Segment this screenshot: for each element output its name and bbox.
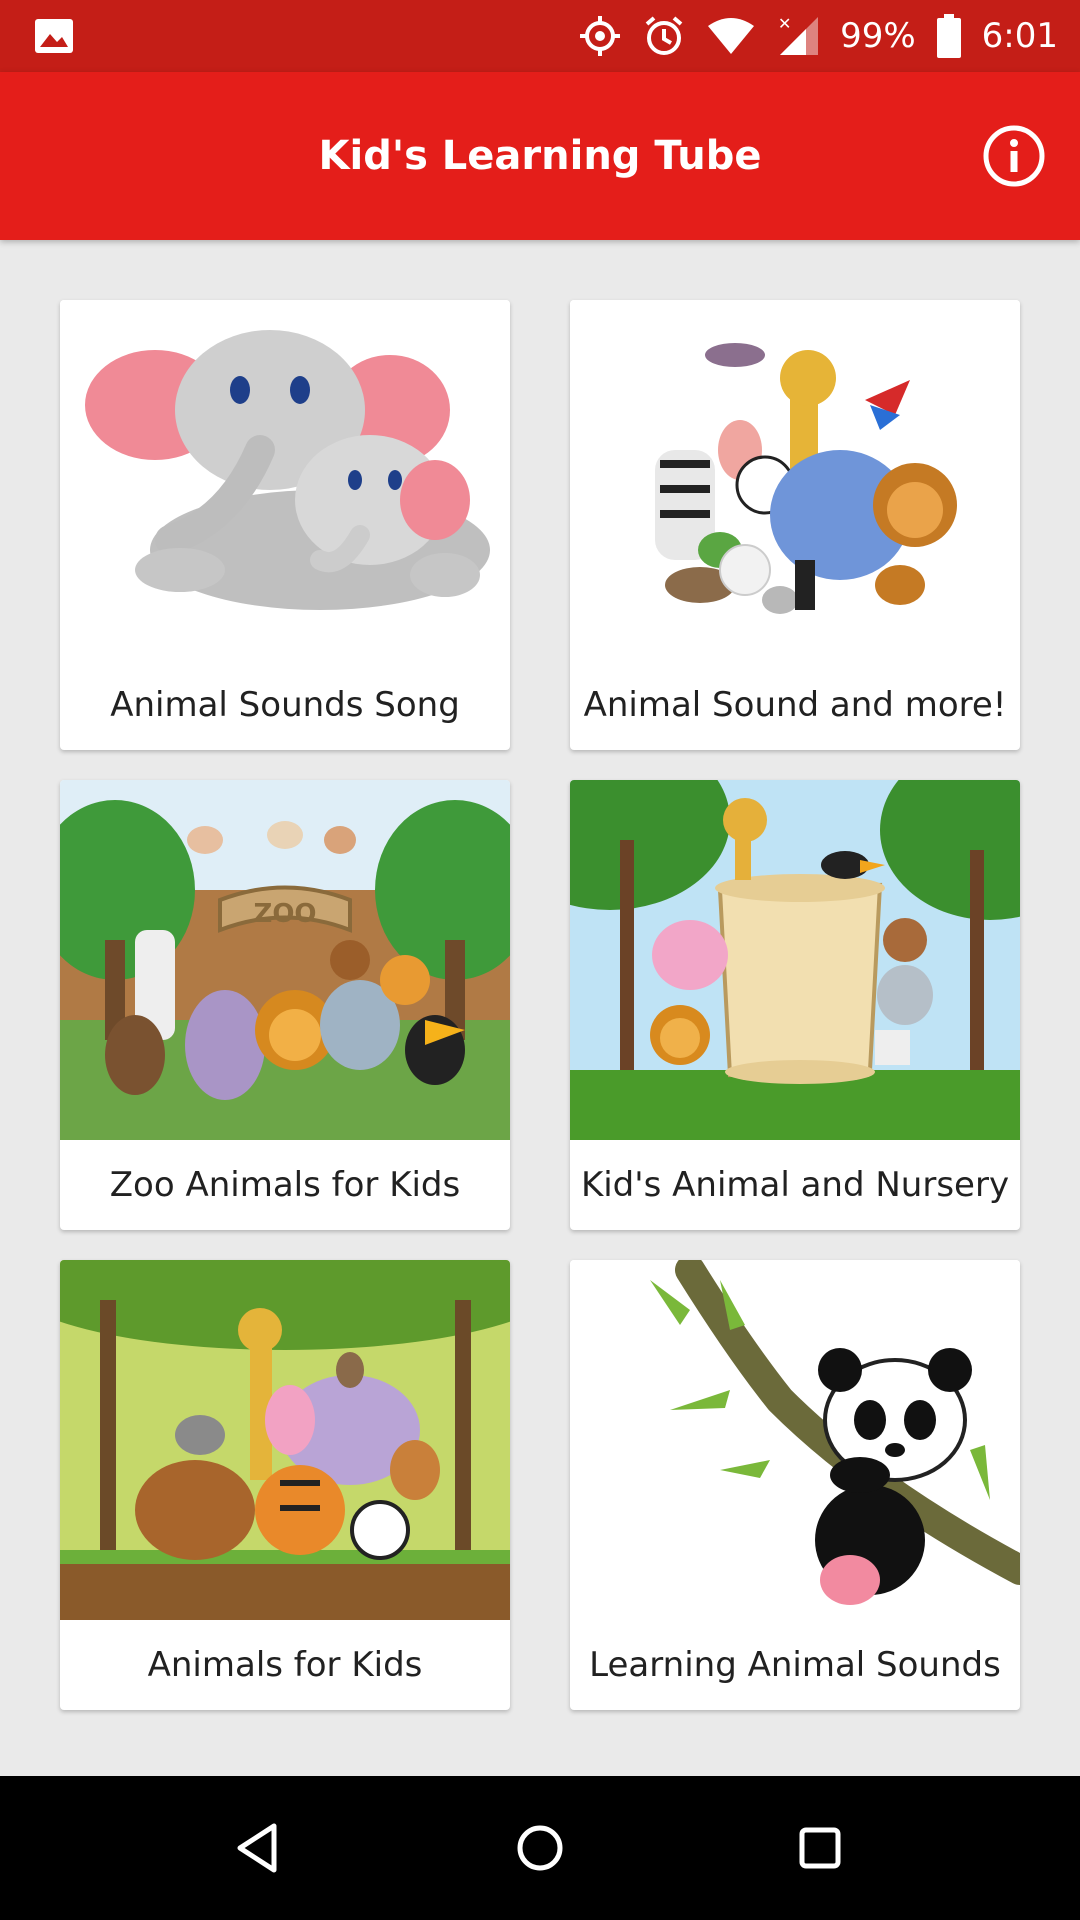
- card-label: Animals for Kids: [147, 1645, 423, 1685]
- jungle-scroll-illustration: [570, 780, 1020, 1140]
- svg-text:✕: ✕: [778, 15, 791, 33]
- status-bar: ✕ 99% 6:01: [0, 0, 1080, 72]
- battery-icon: [936, 14, 961, 58]
- alarm-icon: [645, 16, 683, 55]
- panda-branch-illustration: [570, 1260, 1020, 1620]
- card-zoo-animals-for-kids[interactable]: ZOO Zoo Animals for Kids: [60, 780, 510, 1230]
- app-title: Kid's Learning Tube: [318, 133, 762, 179]
- app-bar: Kid's Learning Tube: [0, 72, 1080, 240]
- recents-icon[interactable]: [788, 1816, 852, 1880]
- location-icon: [580, 16, 621, 56]
- card-label: Kid's Animal and Nursery: [580, 1165, 1010, 1205]
- signal-icon: ✕: [778, 15, 819, 55]
- elephants-illustration: [60, 300, 510, 660]
- card-kids-animal-and-nursery[interactable]: Kid's Animal and Nursery: [570, 780, 1020, 1230]
- card-animals-for-kids[interactable]: Animals for Kids: [60, 1260, 510, 1710]
- wifi-icon: [708, 18, 755, 54]
- card-label: Animal Sounds Song: [110, 685, 460, 725]
- zoo-gate-illustration: ZOO: [60, 780, 510, 1140]
- card-animal-sound-and-more[interactable]: Animal Sound and more!: [570, 300, 1020, 750]
- clock: 6:01: [981, 16, 1058, 56]
- card-label: Zoo Animals for Kids: [109, 1165, 461, 1205]
- card-label: Animal Sound and more!: [583, 685, 1007, 725]
- card-animal-sounds-song[interactable]: Animal Sounds Song: [60, 300, 510, 750]
- card-label: Learning Animal Sounds: [589, 1645, 1001, 1685]
- status-icons: ✕ 99% 6:01: [578, 0, 1058, 72]
- navigation-bar: [0, 1776, 1080, 1920]
- battery-percentage: 99%: [840, 16, 916, 56]
- home-icon[interactable]: [508, 1816, 572, 1880]
- gallery-icon: [35, 19, 73, 53]
- back-icon[interactable]: [228, 1816, 292, 1880]
- animal-group-illustration: [570, 300, 1020, 660]
- forest-animals-illustration: [60, 1260, 510, 1620]
- card-learning-animal-sounds[interactable]: Learning Animal Sounds: [570, 1260, 1020, 1710]
- info-icon[interactable]: [982, 124, 1046, 188]
- svg-text:ZOO: ZOO: [253, 899, 316, 929]
